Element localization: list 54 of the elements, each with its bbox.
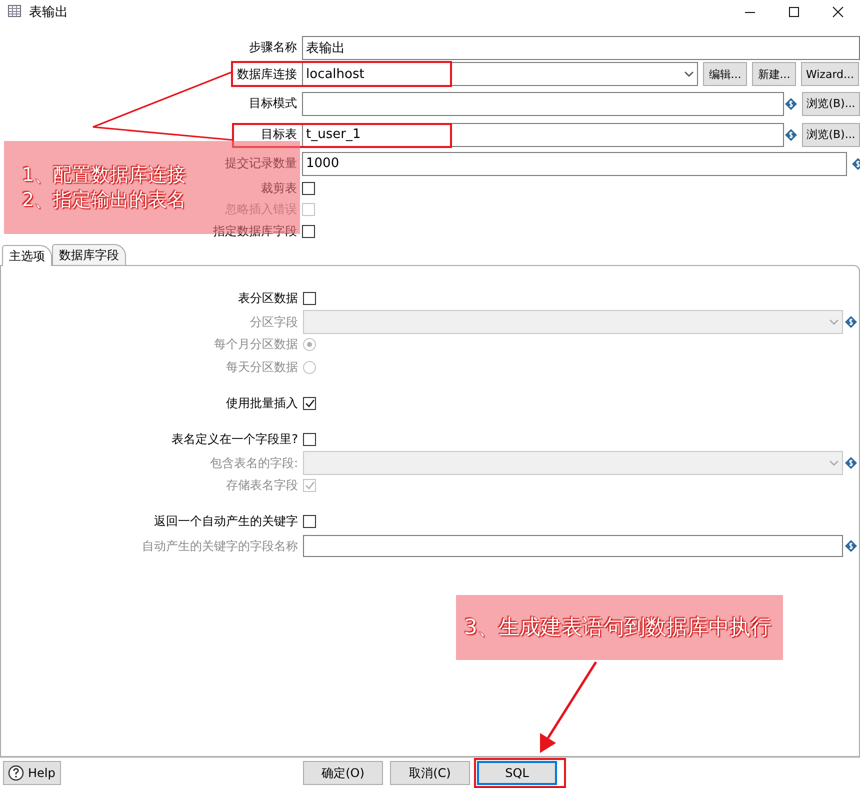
option-label: 表分区数据	[238, 290, 298, 307]
variable-icon	[845, 316, 857, 328]
variable-icon	[845, 457, 857, 469]
checkbox[interactable]	[303, 515, 316, 528]
field-label: 步骤名称	[249, 39, 297, 56]
checkbox[interactable]	[303, 433, 316, 446]
window-title: 表输出	[29, 5, 68, 21]
field-label: 指定数据库字段	[213, 222, 297, 240]
option-label: 包含表名的字段:	[210, 454, 298, 472]
close-icon[interactable]	[832, 6, 844, 18]
dialog-button[interactable]: 取消(C)	[390, 761, 470, 785]
dropdown-caret-icon[interactable]	[684, 71, 694, 77]
option-label: 返回一个自动产生的关键字	[154, 513, 298, 530]
browse-button[interactable]: 浏览(B)...	[802, 122, 860, 146]
option-label: 每个月分区数据	[214, 336, 298, 353]
variable-icon	[845, 540, 857, 552]
field-label: 裁剪表	[261, 180, 297, 196]
help-icon	[8, 765, 24, 781]
checkbox[interactable]	[303, 397, 316, 410]
callout-text: 3、生成建表语句到数据库中执行	[464, 614, 772, 640]
option-label: 表名定义在一个字段里?	[172, 431, 298, 448]
dialog-button[interactable]: Wizard...	[801, 62, 859, 86]
field-label: 提交记录数量	[225, 155, 297, 172]
text-field[interactable]	[303, 535, 843, 557]
variable-icon	[785, 98, 797, 110]
maximize-icon[interactable]	[788, 6, 800, 18]
checkbox[interactable]	[302, 182, 315, 194]
browse-button[interactable]: 浏览(B)...	[802, 92, 860, 116]
connection-dropdown[interactable]: localhost	[302, 62, 698, 86]
text-field[interactable]: 表输出	[302, 36, 860, 60]
help-button[interactable]: Help	[3, 761, 61, 785]
dialog-button[interactable]: 新建...	[752, 62, 796, 86]
checkbox[interactable]	[302, 224, 315, 238]
option-label: 自动产生的关键字的字段名称	[142, 538, 298, 554]
field-label: 目标模式	[249, 95, 297, 112]
option-label: 分区字段	[250, 314, 298, 330]
variable-icon	[785, 128, 797, 140]
option-label: 使用批量插入	[226, 395, 298, 412]
field-label: 数据库连接	[237, 66, 297, 82]
callout-text: 2、指定输出的表名	[22, 188, 186, 212]
field-label: 目标表	[261, 126, 297, 143]
callout-text: 1、配置数据库连接	[22, 164, 186, 186]
dialog-button[interactable]: SQL	[477, 761, 557, 785]
table-icon	[8, 5, 21, 17]
tab[interactable]: 数据库字段	[52, 244, 126, 265]
text-field[interactable]: t_user_1	[302, 122, 784, 146]
option-label: 存储表名字段	[226, 477, 298, 494]
text-field[interactable]: 1000	[302, 152, 847, 176]
checkbox[interactable]	[303, 292, 316, 305]
dialog-button[interactable]: 确定(O)	[303, 761, 383, 785]
option-label: 每天分区数据	[226, 359, 298, 376]
text-field[interactable]	[302, 92, 784, 116]
tab[interactable]: 主选项	[2, 245, 52, 266]
dialog-button[interactable]: 编辑...	[703, 62, 747, 86]
